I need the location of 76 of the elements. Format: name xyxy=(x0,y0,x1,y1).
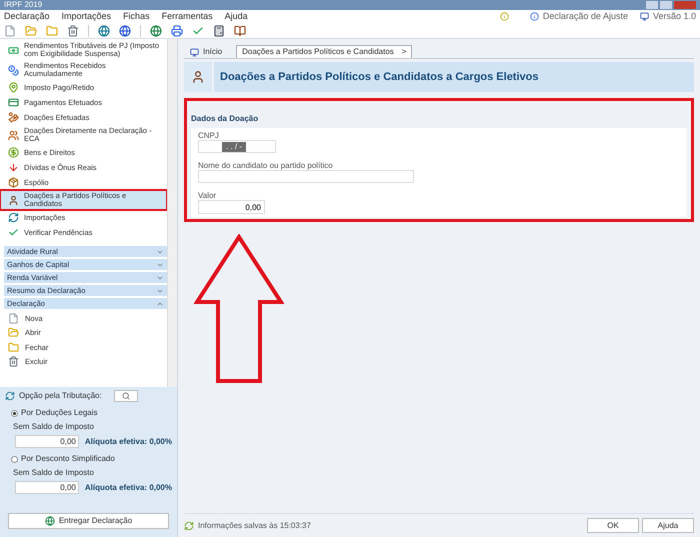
person-icon xyxy=(191,70,205,84)
value-field: 0,00 xyxy=(15,435,79,448)
radio-button[interactable] xyxy=(11,410,18,416)
dialog-button[interactable]: Ajuda xyxy=(642,518,694,533)
tab[interactable]: Doações a Partidos Políticos e Candidatos > xyxy=(236,45,412,58)
section-title: Dados da Doação xyxy=(191,113,260,125)
exchange-icon xyxy=(5,391,15,401)
rate-text: Alíquota efetiva: 0,00% xyxy=(84,482,172,494)
value-field: 0,00 xyxy=(15,481,79,494)
chest-icon xyxy=(8,177,19,188)
globe-icon xyxy=(150,24,162,36)
person-icon xyxy=(8,194,19,206)
scrollbar[interactable] xyxy=(167,39,177,387)
tab-label: Início xyxy=(203,46,222,58)
field-label: CNPJ xyxy=(198,131,220,140)
banner-title: Doações a Partidos Políticos e Candidatos a Cargos Eletivos xyxy=(220,70,538,85)
menu-item[interactable]: Ferramentas xyxy=(162,10,213,24)
open-folder-icon xyxy=(25,24,37,36)
monitor-icon xyxy=(190,48,199,56)
globe-icon xyxy=(98,24,110,36)
banknote-icon xyxy=(8,44,19,56)
people-icon xyxy=(8,130,19,140)
input-field[interactable] xyxy=(198,170,414,183)
folder-icon xyxy=(46,24,58,36)
status-text: Sem Saldo de Imposto xyxy=(12,467,95,479)
status-message: Informações salvas às 15:03:37 xyxy=(198,520,311,532)
menu-item[interactable]: Ajuda xyxy=(224,10,248,24)
radio-label: Por Deduções Legais xyxy=(21,407,98,419)
search-button[interactable] xyxy=(114,390,138,402)
page-icon xyxy=(4,24,16,36)
rate-text: Alíquota efetiva: 0,00% xyxy=(84,436,172,448)
submit-button[interactable]: Entregar Declaração xyxy=(8,513,169,529)
radio-button[interactable] xyxy=(11,456,18,462)
field-label: Nome do candidato ou partido político xyxy=(198,161,334,170)
input-field[interactable]: 0,00 xyxy=(198,200,265,214)
globe-icon xyxy=(44,516,55,526)
check-icon xyxy=(8,227,19,238)
down-arrow-icon xyxy=(8,162,19,173)
coin-icon xyxy=(8,147,19,158)
close-tab-glyph[interactable]: > xyxy=(402,46,406,58)
field-label: Valor xyxy=(198,191,218,200)
refresh-icon xyxy=(8,212,19,223)
card-icon xyxy=(8,97,19,108)
close-button[interactable] xyxy=(674,1,696,9)
status-text: Sem Saldo de Imposto xyxy=(12,421,95,433)
pin-icon xyxy=(8,82,19,93)
menu-item[interactable]: Declaração xyxy=(4,10,50,24)
trash-icon xyxy=(8,356,19,367)
tax-option-title: Opção pela Tributação: xyxy=(19,390,102,402)
maximize-button[interactable] xyxy=(660,1,672,9)
check-icon xyxy=(192,24,204,36)
minimize-button[interactable] xyxy=(646,1,658,9)
coin-hand-icon xyxy=(8,112,19,123)
open-folder-icon xyxy=(8,327,19,338)
printer-icon xyxy=(171,24,183,36)
calculator-icon xyxy=(213,24,225,36)
folder-icon xyxy=(8,342,19,353)
search-icon xyxy=(122,392,130,400)
page-icon xyxy=(8,313,19,324)
monitor-icon xyxy=(640,12,649,21)
save-status-icon xyxy=(184,520,194,530)
info-icon xyxy=(530,12,539,21)
coins-icon xyxy=(8,64,19,76)
input-field[interactable]: . . / - xyxy=(198,140,276,153)
help-link[interactable]: Declaração de Ajuste xyxy=(542,10,628,24)
globe-icon xyxy=(119,24,131,36)
trash-icon xyxy=(67,24,79,36)
menu-item[interactable]: Fichas xyxy=(123,10,150,24)
tab-label: Doações a Partidos Políticos e Candidatos xyxy=(242,46,394,58)
book-icon xyxy=(234,24,246,36)
radio-label: Por Desconto Simplificado xyxy=(21,453,115,465)
input-mask: . . / - xyxy=(222,142,246,152)
menu-item[interactable]: Importações xyxy=(62,10,112,24)
version-label: Versão 1.0 xyxy=(652,10,696,23)
window-title: IRPF 2019 xyxy=(4,1,42,9)
dialog-button[interactable]: OK xyxy=(587,518,639,533)
